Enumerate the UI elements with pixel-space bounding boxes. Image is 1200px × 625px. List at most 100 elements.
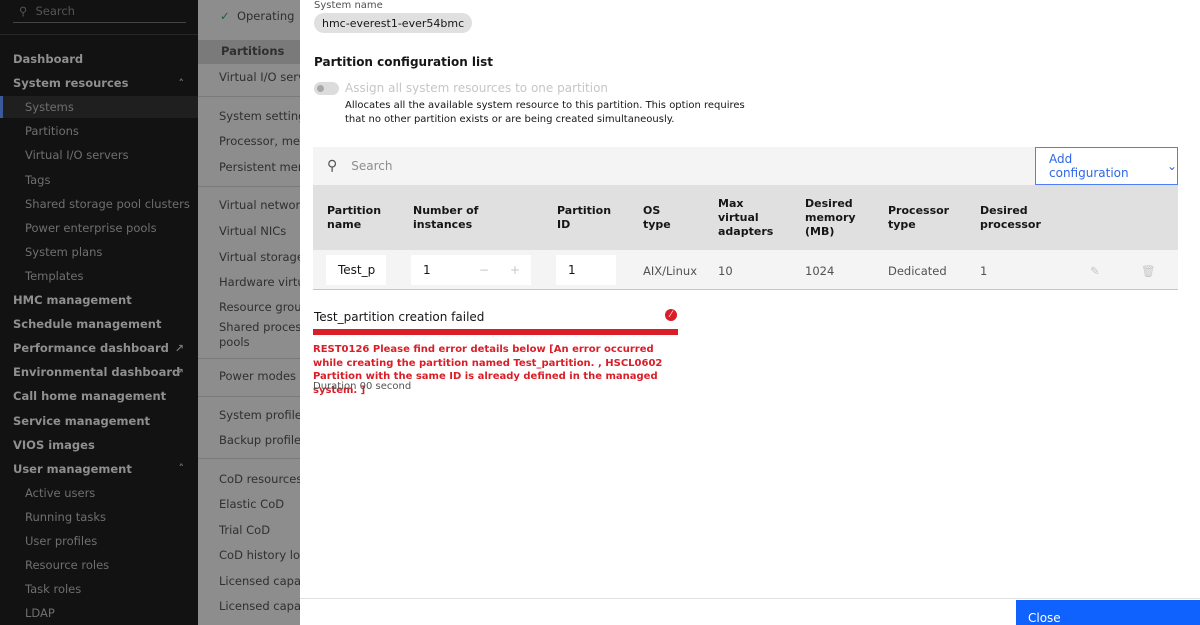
toggle-label: Assign all system resources to one parti… <box>345 81 609 95</box>
sidebar-item-label: Systems <box>25 100 74 115</box>
sidebar-search[interactable]: ⚲ Search <box>13 0 186 23</box>
sidebar-search-input[interactable]: Search <box>35 4 75 18</box>
sidebar-item-user-profiles[interactable]: User profiles <box>0 530 198 552</box>
status-text: Operating <box>236 9 295 23</box>
sidebar-item-service-management[interactable]: Service management <box>0 410 198 432</box>
assign-all-toggle[interactable] <box>314 82 339 95</box>
sidebar-item-label: Running tasks <box>25 509 106 524</box>
sidebar-item-label: Task roles <box>25 582 82 597</box>
table-search[interactable]: ⚲ Search <box>313 147 1035 185</box>
partition-id-input[interactable]: 1 <box>556 255 616 285</box>
sidebar-item-performance-dashboard[interactable]: Performance dashboard ↗ <box>0 337 198 359</box>
menu-item[interactable]: CoD resources <box>219 472 300 486</box>
menu-item-partitions[interactable]: Partitions <box>198 40 300 64</box>
sidebar-item-vios-images[interactable]: VIOS images <box>0 434 198 456</box>
menu-item[interactable]: Licensed capabilities <box>219 574 300 588</box>
sidebar-item-label: Tags <box>25 172 51 187</box>
add-configuration-button[interactable]: Add configuration ⌄ <box>1035 147 1178 185</box>
col-partition-id: Partition ID <box>557 204 612 231</box>
table-search-input[interactable]: Search <box>351 159 392 173</box>
sidebar-item-label: Performance dashboard <box>13 341 169 356</box>
menu-item[interactable]: CoD history log <box>219 548 300 562</box>
sidebar-item-user-management[interactable]: User management ˄ <box>0 458 198 480</box>
sidebar-item-shared-storage-pool-clusters[interactable]: Shared storage pool clusters <box>0 193 198 215</box>
menu-item[interactable]: Virtual networks <box>219 198 300 212</box>
edit-icon[interactable]: ✎ <box>1090 264 1100 278</box>
sidebar-item-schedule-management[interactable]: Schedule management <box>0 313 198 335</box>
add-configuration-label: Add configuration <box>1049 152 1129 180</box>
sidebar-item-label: Dashboard <box>13 52 84 66</box>
sidebar-item-environmental-dashboard[interactable]: Environmental dashboard ↗ <box>0 361 198 383</box>
sidebar-item-label: Shared storage pool clusters <box>25 196 190 211</box>
sidebar-item-label: Active users <box>25 485 96 500</box>
chevron-down-icon: ⌄ <box>1166 159 1177 173</box>
check-circle-icon: ✓ <box>220 9 230 23</box>
sidebar-item-systems[interactable]: Systems <box>0 96 198 119</box>
close-button[interactable]: Close <box>1016 600 1200 625</box>
search-icon: ⚲ <box>19 4 28 18</box>
sidebar-item-virtual-i-o-servers[interactable]: Virtual I/O servers <box>0 144 198 166</box>
external-link-icon: ↗ <box>174 365 184 379</box>
delete-icon[interactable]: 🗑 <box>1141 264 1156 278</box>
sidebar-item-label: System plans <box>25 244 103 259</box>
decrement-button[interactable]: − <box>479 263 489 277</box>
sidebar-item-label: HMC management <box>13 293 132 307</box>
menu-item[interactable]: Virtual NICs <box>219 224 286 238</box>
sidebar-item-system-plans[interactable]: System plans <box>0 241 198 263</box>
menu-item[interactable]: Trial CoD <box>219 523 270 537</box>
sidebar-item-label: User profiles <box>25 534 98 548</box>
menu-item[interactable]: Elastic CoD <box>219 497 284 511</box>
menu-item[interactable]: pools <box>219 335 250 349</box>
max-virtual-adapters: 10 <box>718 264 733 278</box>
menu-item[interactable]: Processor, memory <box>219 134 300 148</box>
divider <box>198 358 300 359</box>
sidebar-item-label: LDAP <box>25 606 55 621</box>
sidebar-item-active-users[interactable]: Active users <box>0 482 198 504</box>
progress-bar-failed <box>313 329 678 335</box>
sidebar-item-system-resources[interactable]: System resources ˄ <box>0 72 198 94</box>
col-os-type: OS type <box>643 204 671 231</box>
menu-item[interactable]: Licensed capabilities <box>219 599 300 613</box>
sidebar-item-label: Environmental dashboard <box>13 365 181 380</box>
menu-item[interactable]: Power modes <box>219 369 296 383</box>
processor-type: Dedicated <box>888 264 947 278</box>
col-max-virtual-adapters: Max virtual adapters <box>718 197 774 238</box>
menu-item[interactable]: Persistent memory <box>219 160 300 174</box>
sidebar-item-running-tasks[interactable]: Running tasks <box>0 506 198 528</box>
sidebar-item-task-roles[interactable]: Task roles <box>0 578 198 600</box>
sidebar-item-label: User management <box>13 461 132 476</box>
col-instances: Number of instances <box>413 204 479 231</box>
menu-item[interactable]: Virtual I/O servers <box>219 70 300 84</box>
error-title: Test_partition creation failed <box>314 310 485 324</box>
col-desired-memory: Desired memory (MB) <box>805 197 856 238</box>
sidebar-item-templates[interactable]: Templates <box>0 265 198 287</box>
sidebar-item-dashboard[interactable]: Dashboard <box>0 48 198 70</box>
partition-name-input[interactable]: Test_p <box>326 255 386 285</box>
system-name-tag: hmc-everest1-ever54bmc <box>314 13 473 33</box>
sidebar-item-label: Templates <box>25 268 84 283</box>
sidebar-item-hmc-management[interactable]: HMC management <box>0 289 198 311</box>
sidebar-item-ldap[interactable]: LDAP <box>0 602 198 624</box>
table-header: Partition name Number of instances Parti… <box>313 185 1178 250</box>
sidebar-item-resource-roles[interactable]: Resource roles <box>0 554 198 576</box>
sidebar-item-tags[interactable]: Tags <box>0 169 198 191</box>
menu-item[interactable]: System profiles <box>219 408 300 422</box>
menu-item[interactable]: Backup profile data <box>219 433 300 447</box>
increment-button[interactable]: + <box>510 263 520 277</box>
instances-stepper[interactable]: 1 − + <box>411 255 531 285</box>
duration: Duration 00 second <box>313 381 412 392</box>
menu-item[interactable]: Shared processor <box>219 320 300 334</box>
sidebar-item-label: System resources <box>13 76 129 91</box>
desired-processor: 1 <box>980 264 988 278</box>
menu-item[interactable]: Virtual storage <box>219 250 300 264</box>
divider <box>198 458 300 459</box>
sidebar-item-label: Partitions <box>25 124 79 139</box>
menu-item[interactable]: Hardware virtualized I/O <box>219 275 300 289</box>
sidebar-item-power-enterprise-pools[interactable]: Power enterprise pools <box>0 217 198 239</box>
sidebar-item-partitions[interactable]: Partitions <box>0 120 198 142</box>
create-partition-modal: System name hmc-everest1-ever54bmc Parti… <box>300 0 1200 625</box>
menu-item[interactable]: System settings <box>219 109 300 123</box>
menu-item[interactable]: Resource groups <box>219 300 300 314</box>
chevron-up-icon: ˄ <box>178 76 185 90</box>
sidebar-item-call-home-management[interactable]: Call home management <box>0 385 198 407</box>
